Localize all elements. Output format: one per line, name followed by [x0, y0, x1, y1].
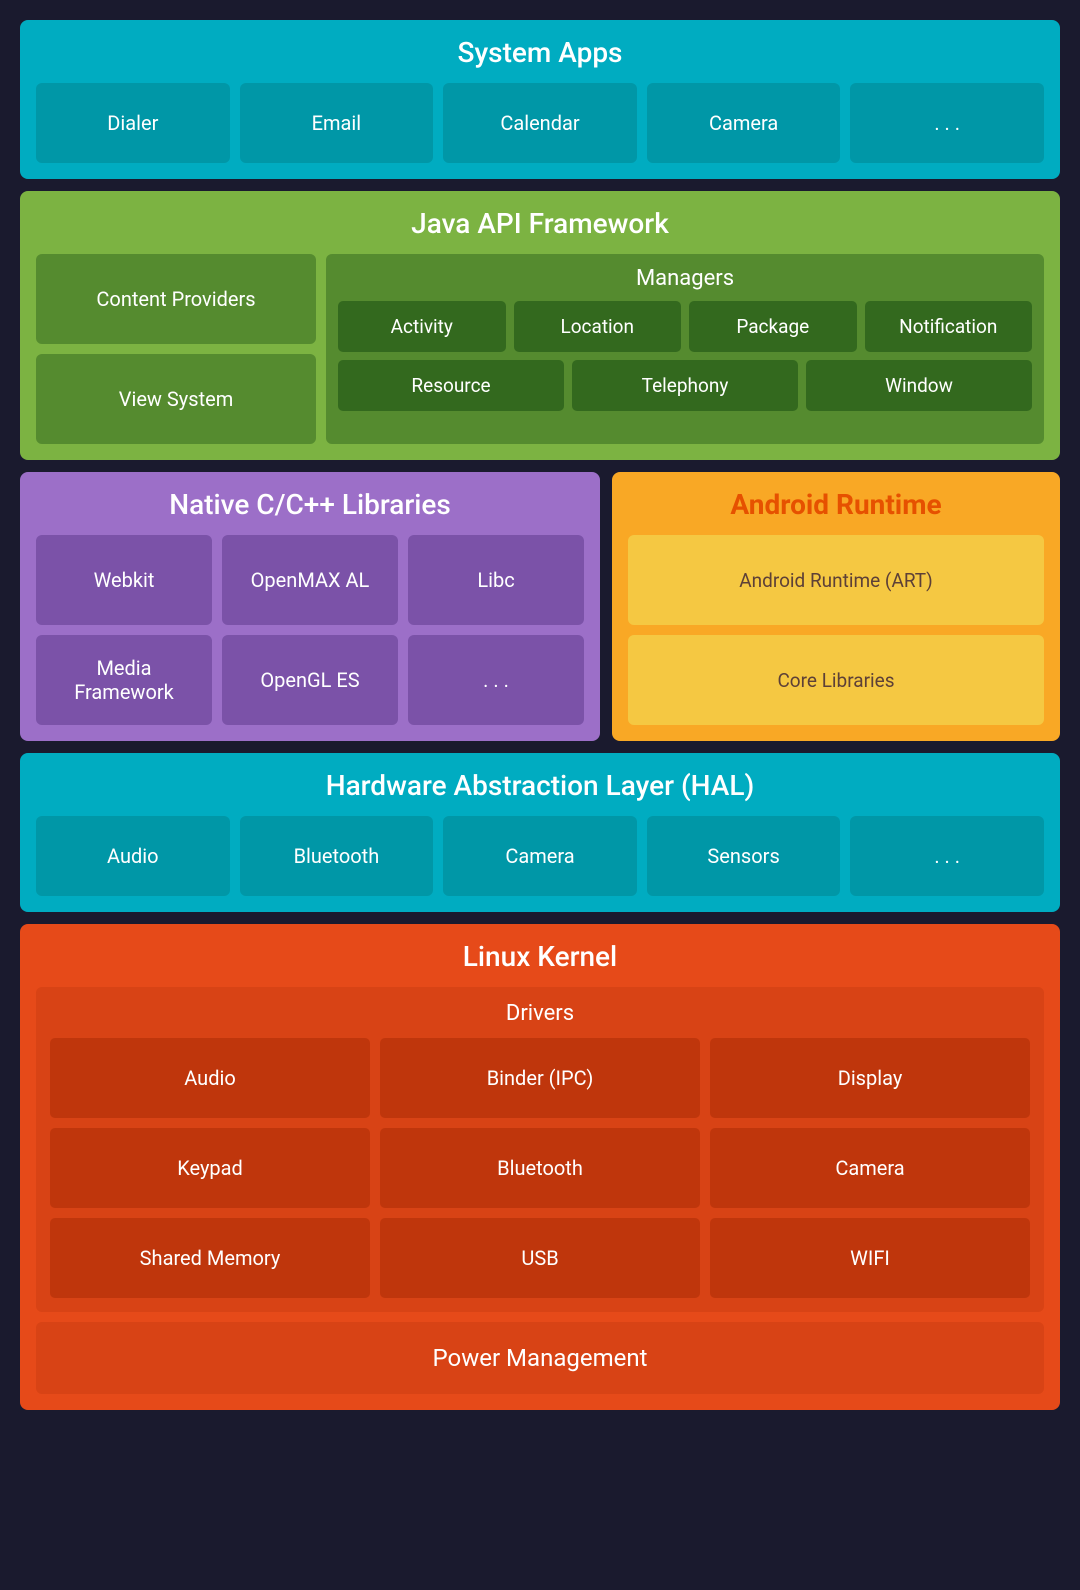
java-api-inner: Content Providers View System Managers A… [36, 254, 1044, 444]
list-item: Activity [338, 301, 506, 352]
drivers-title: Drivers [50, 1001, 1030, 1026]
managers-row-1: Activity Location Package Notification [338, 301, 1032, 352]
list-item: Bluetooth [240, 816, 434, 896]
list-item: Core Libraries [628, 635, 1044, 725]
list-item: . . . [850, 816, 1044, 896]
list-item: Bluetooth [380, 1128, 700, 1208]
list-item: Package [689, 301, 857, 352]
middle-row: Native C/C++ Libraries Webkit OpenMAX AL… [20, 472, 1060, 741]
list-item: Webkit [36, 535, 212, 625]
list-item: Keypad [50, 1128, 370, 1208]
list-item: Content Providers [36, 254, 316, 344]
system-apps-title: System Apps [36, 36, 1044, 69]
system-apps-items: Dialer Email Calendar Camera . . . [36, 83, 1044, 163]
power-management: Power Management [36, 1322, 1044, 1394]
list-item: Sensors [647, 816, 841, 896]
list-item: Audio [50, 1038, 370, 1118]
managers-grid: Activity Location Package Notification R… [338, 301, 1032, 411]
java-api-title: Java API Framework [36, 207, 1044, 240]
list-item: Camera [710, 1128, 1030, 1208]
list-item: Telephony [572, 360, 798, 411]
list-item: OpenMAX AL [222, 535, 398, 625]
linux-kernel-layer: Linux Kernel Drivers Audio Binder (IPC) … [20, 924, 1060, 1410]
hal-items: Audio Bluetooth Camera Sensors . . . [36, 816, 1044, 896]
architecture-diagram: System Apps Dialer Email Calendar Camera… [20, 20, 1060, 1410]
android-runtime-items: Android Runtime (ART) Core Libraries [628, 535, 1044, 725]
list-item: . . . [408, 635, 584, 725]
list-item: Window [806, 360, 1032, 411]
java-api-managers: Managers Activity Location Package Notif… [326, 254, 1044, 444]
list-item: Shared Memory [50, 1218, 370, 1298]
drivers-section: Drivers Audio Binder (IPC) Display Keypa… [36, 987, 1044, 1312]
list-item: Location [514, 301, 682, 352]
list-item: Audio [36, 816, 230, 896]
list-item: Notification [865, 301, 1033, 352]
hal-title: Hardware Abstraction Layer (HAL) [36, 769, 1044, 802]
managers-title: Managers [338, 266, 1032, 291]
java-api-left: Content Providers View System [36, 254, 316, 444]
list-item: Binder (IPC) [380, 1038, 700, 1118]
list-item: Resource [338, 360, 564, 411]
drivers-grid: Audio Binder (IPC) Display Keypad Blueto… [50, 1038, 1030, 1298]
system-apps-layer: System Apps Dialer Email Calendar Camera… [20, 20, 1060, 179]
list-item: Email [240, 83, 434, 163]
android-runtime-layer: Android Runtime Android Runtime (ART) Co… [612, 472, 1060, 741]
list-item: Camera [443, 816, 637, 896]
list-item: OpenGL ES [222, 635, 398, 725]
java-api-layer: Java API Framework Content Providers Vie… [20, 191, 1060, 460]
list-item: . . . [850, 83, 1044, 163]
android-runtime-title: Android Runtime [628, 488, 1044, 521]
list-item: Camera [647, 83, 841, 163]
hal-layer: Hardware Abstraction Layer (HAL) Audio B… [20, 753, 1060, 912]
list-item: Dialer [36, 83, 230, 163]
list-item: WIFI [710, 1218, 1030, 1298]
native-libs-grid: Webkit OpenMAX AL Libc Media Framework O… [36, 535, 584, 725]
native-libs-title: Native C/C++ Libraries [36, 488, 584, 521]
list-item: Media Framework [36, 635, 212, 725]
list-item: View System [36, 354, 316, 444]
list-item: Display [710, 1038, 1030, 1118]
list-item: Android Runtime (ART) [628, 535, 1044, 625]
native-libs-layer: Native C/C++ Libraries Webkit OpenMAX AL… [20, 472, 600, 741]
managers-row-2: Resource Telephony Window [338, 360, 1032, 411]
list-item: Calendar [443, 83, 637, 163]
list-item: Libc [408, 535, 584, 625]
list-item: USB [380, 1218, 700, 1298]
linux-kernel-title: Linux Kernel [36, 940, 1044, 973]
